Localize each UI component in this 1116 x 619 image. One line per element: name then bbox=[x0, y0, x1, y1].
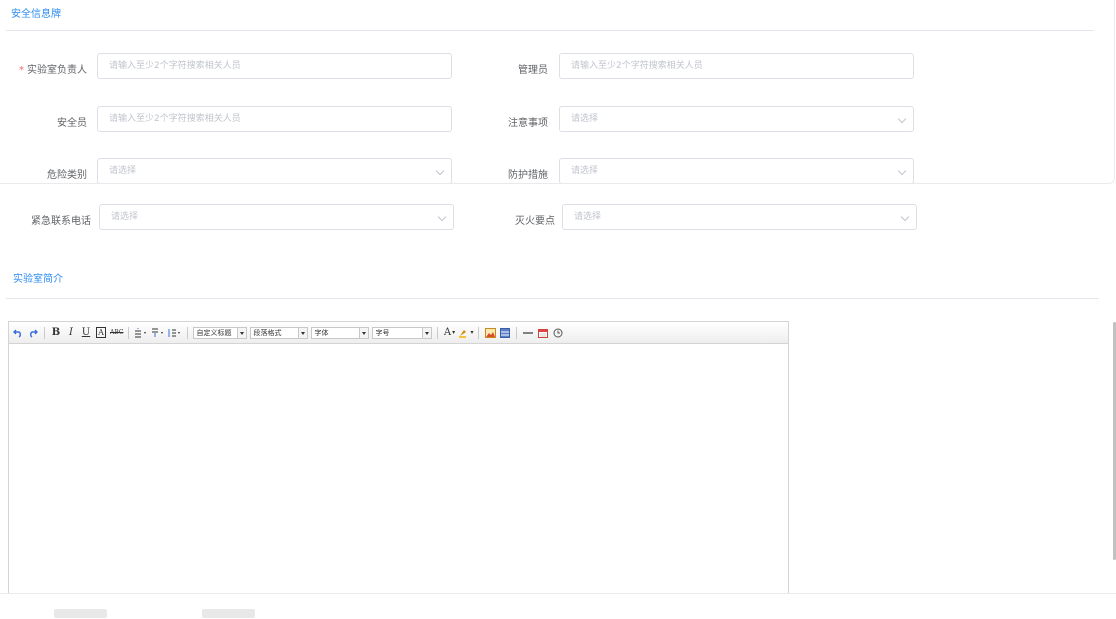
toolbar-separator bbox=[516, 326, 518, 339]
precautions-label: 注意事项 bbox=[508, 118, 548, 129]
title-divider bbox=[6, 30, 1094, 31]
toolbar-separator bbox=[437, 326, 439, 339]
toolbar-separator bbox=[44, 326, 45, 339]
editor-content-area[interactable] bbox=[9, 344, 788, 595]
protection-select[interactable]: 请选择 bbox=[559, 158, 914, 183]
line-height-icon[interactable] bbox=[168, 326, 182, 340]
lab-head-placeholder: 请输入至少2个字符搜索相关人员 bbox=[109, 61, 241, 71]
insert-image-icon[interactable] bbox=[484, 326, 496, 340]
chevron-down-icon bbox=[897, 114, 907, 124]
safety-info-title: 安全信息牌 bbox=[11, 9, 61, 20]
superscript-icon[interactable] bbox=[134, 326, 148, 340]
redo-icon[interactable] bbox=[27, 326, 39, 340]
precautions-select[interactable]: 请选择 bbox=[559, 106, 914, 132]
lab-head-search-input[interactable]: 请输入至少2个字符搜索相关人员 bbox=[97, 53, 452, 79]
chevron-down-icon bbox=[237, 327, 247, 338]
footer-button-placeholder[interactable] bbox=[202, 609, 255, 618]
lab-head-label-text: 实验室负责人 bbox=[27, 65, 87, 76]
horizontal-rule-icon[interactable] bbox=[522, 326, 534, 340]
emergency-phone-select[interactable]: 请选择 bbox=[99, 204, 454, 230]
emergency-phone-label: 紧急联系电话 bbox=[31, 216, 91, 227]
chevron-down-icon bbox=[437, 212, 447, 222]
safety-info-card: 安全信息牌 * 实验室负责人 请输入至少2个字符搜索相关人员 管理员 请输入至少2… bbox=[0, 0, 1115, 184]
font-family-text: 字体 bbox=[314, 328, 329, 337]
bold-icon[interactable]: B bbox=[50, 326, 62, 340]
chevron-down-icon bbox=[435, 166, 445, 176]
underline-icon[interactable]: U bbox=[80, 326, 92, 340]
safety-officer-search-input[interactable]: 请输入至少2个字符搜索相关人员 bbox=[97, 106, 452, 132]
undo-icon[interactable] bbox=[12, 326, 24, 340]
intro-divider bbox=[6, 298, 1099, 299]
fire-points-select[interactable]: 请选择 bbox=[562, 204, 917, 230]
custom-heading-text: 自定义标题 bbox=[196, 328, 232, 337]
required-mark: * bbox=[19, 65, 24, 76]
precautions-placeholder: 请选择 bbox=[571, 114, 599, 124]
chevron-down-icon bbox=[897, 166, 907, 176]
protection-label: 防护措施 bbox=[508, 170, 548, 181]
fire-points-placeholder: 请选择 bbox=[574, 212, 602, 222]
hazard-category-select[interactable]: 请选择 bbox=[97, 158, 452, 183]
highlight-color-icon[interactable]: ▾ bbox=[458, 326, 473, 340]
rich-text-editor: B I U A ABC 自定义标题 段落格式 字体 字号 A ▾ ▾ bbox=[8, 321, 789, 596]
font-family-select[interactable]: 字体 bbox=[311, 326, 370, 339]
custom-heading-select[interactable]: 自定义标题 bbox=[193, 326, 248, 339]
insert-time-icon[interactable] bbox=[552, 326, 564, 340]
font-border-icon[interactable]: A bbox=[95, 326, 107, 340]
lab-head-label: * 实验室负责人 bbox=[19, 61, 87, 76]
hazard-category-label: 危险类别 bbox=[47, 170, 87, 181]
subscript-icon[interactable] bbox=[151, 326, 165, 340]
chevron-down-icon bbox=[359, 327, 369, 338]
admin-placeholder: 请输入至少2个字符搜索相关人员 bbox=[571, 61, 703, 71]
paragraph-format-select[interactable]: 段落格式 bbox=[250, 326, 309, 339]
footer-bar bbox=[0, 593, 1116, 619]
insert-date-icon[interactable] bbox=[537, 326, 549, 340]
lab-intro-title: 实验室简介 bbox=[13, 274, 63, 285]
chevron-down-icon bbox=[298, 327, 308, 338]
paragraph-format-text: 段落格式 bbox=[253, 328, 282, 337]
protection-placeholder: 请选择 bbox=[571, 166, 599, 176]
font-color-glyph: A bbox=[443, 327, 452, 338]
insert-table-icon[interactable] bbox=[499, 326, 511, 340]
strikethrough-icon[interactable]: ABC bbox=[110, 326, 123, 340]
emergency-phone-placeholder: 请选择 bbox=[111, 212, 139, 222]
admin-label: 管理员 bbox=[518, 65, 548, 76]
safety-officer-label: 安全员 bbox=[57, 118, 87, 129]
editor-toolbar: B I U A ABC 自定义标题 段落格式 字体 字号 A ▾ ▾ bbox=[9, 322, 788, 344]
font-size-select[interactable]: 字号 bbox=[372, 326, 433, 339]
fire-points-label: 灭火要点 bbox=[515, 216, 555, 227]
chevron-down-icon bbox=[422, 327, 432, 338]
hazard-category-placeholder: 请选择 bbox=[109, 166, 137, 176]
safety-officer-placeholder: 请输入至少2个字符搜索相关人员 bbox=[109, 114, 241, 124]
footer-button-placeholder[interactable] bbox=[54, 609, 107, 618]
toolbar-separator bbox=[187, 326, 189, 339]
admin-search-input[interactable]: 请输入至少2个字符搜索相关人员 bbox=[559, 53, 914, 79]
font-color-icon[interactable]: A ▾ bbox=[443, 326, 455, 340]
toolbar-separator bbox=[128, 326, 130, 339]
font-size-text: 字号 bbox=[375, 328, 390, 337]
toolbar-separator bbox=[478, 326, 480, 339]
chevron-down-icon bbox=[900, 212, 910, 222]
italic-icon[interactable]: I bbox=[65, 326, 77, 340]
